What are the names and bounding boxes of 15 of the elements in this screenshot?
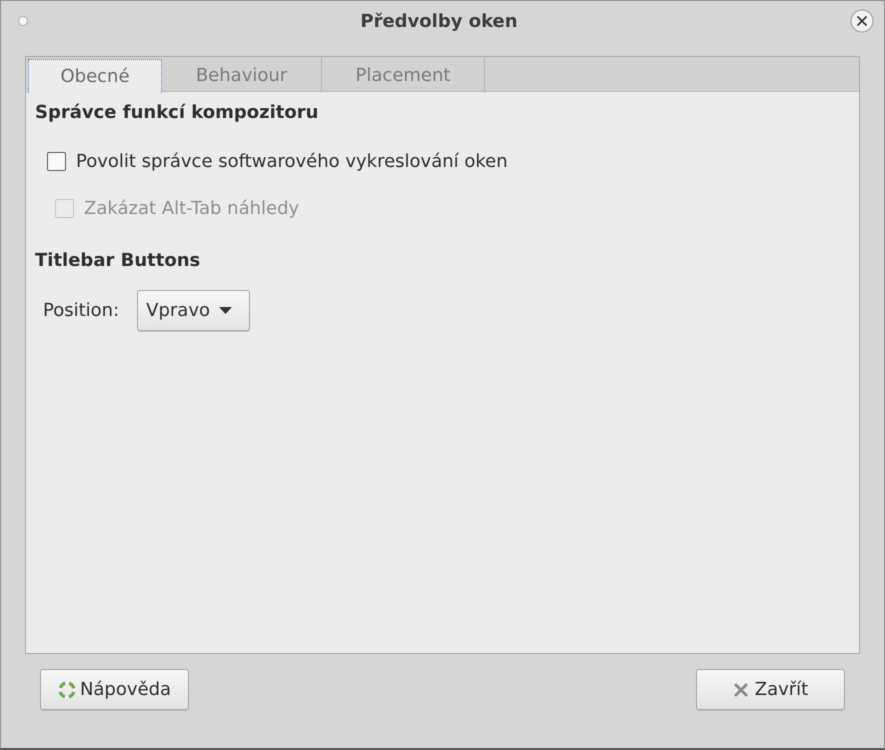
checkbox[interactable] [47, 152, 66, 170]
position-dropdown[interactable]: Vpravo [137, 290, 250, 331]
section-heading: Titlebar Buttons [35, 249, 200, 273]
close-icon [732, 682, 749, 698]
section-heading: Správce funkcí kompozitoru [35, 101, 318, 125]
checkbox-label: Zakázat Alt-Tab náhledy [84, 198, 300, 218]
field-label: Position: [43, 300, 120, 321]
help-button[interactable]: Nápověda [40, 669, 189, 710]
close-icon[interactable] [850, 9, 874, 33]
window-title: Předvolby oken [359, 10, 519, 32]
caret-icon [219, 307, 232, 314]
checkbox-label: Povolit správce softwarového vykreslování oken [76, 150, 508, 172]
lifebuoy-icon [58, 680, 76, 698]
close-button[interactable]: Zavřít [696, 669, 845, 710]
tab[interactable]: Obecné [28, 59, 162, 93]
